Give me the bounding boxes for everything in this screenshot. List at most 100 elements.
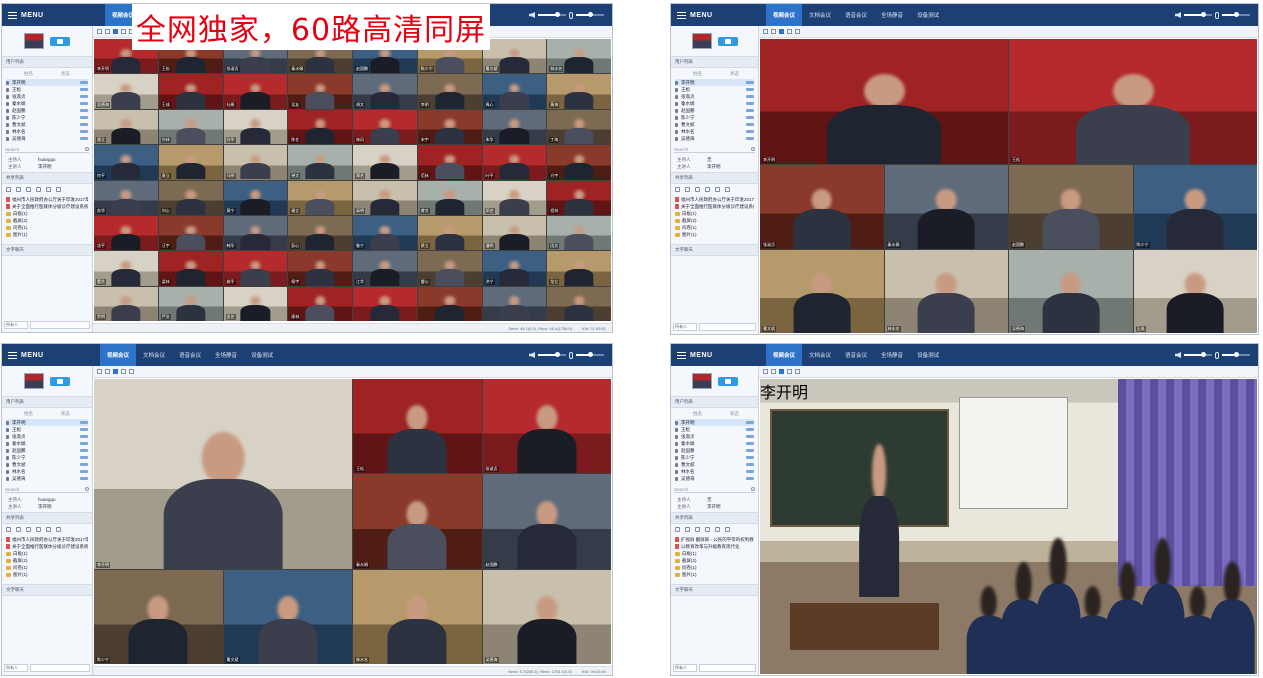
chat-input[interactable] [699,664,756,672]
camera-toggle-button[interactable] [50,36,70,46]
user-row[interactable]: 李开明 [6,419,88,426]
video-tile[interactable]: 周心 [482,74,547,109]
user-row[interactable]: 林水名 [6,128,88,135]
speaker-icon[interactable] [1175,12,1181,18]
video-tile[interactable]: 曹文斌 [482,39,547,74]
fullscreen-icon[interactable] [795,369,800,374]
tab-doc-meeting[interactable]: 文档会议 [802,344,838,366]
video-tile[interactable]: 潘明 [482,215,547,251]
layout-4-icon[interactable] [771,29,776,34]
video-tile[interactable]: 韩华 [223,215,288,251]
tab-device-test[interactable]: 设备测试 [910,344,946,366]
share-item[interactable]: 关于全面推行医联体分级诊疗建设系统... [675,203,754,210]
share-item[interactable]: 福州市人民政府办公厅关于印发2017年... [6,536,88,543]
mic-volume-knob[interactable] [588,352,593,357]
user-row[interactable]: 赵国鹏 [6,107,88,114]
speaker-icon[interactable] [1175,352,1181,358]
search-icon[interactable] [85,147,89,151]
video-tile[interactable]: 何平 [94,145,158,180]
layout-4-icon[interactable] [771,369,776,374]
user-row[interactable]: 张淑贞 [675,93,754,100]
microphone-icon[interactable] [569,11,573,19]
tab-video-meeting[interactable]: 视频会议 [100,344,137,366]
video-tile[interactable]: 苏华 [94,180,158,215]
user-row[interactable]: 吴德海 [675,135,754,142]
user-row[interactable]: 张淑贞 [6,93,88,100]
layout-9-icon[interactable] [113,29,118,34]
upload-icon[interactable] [56,527,61,532]
video-tile[interactable]: 江华 [353,251,417,286]
layout-9-icon[interactable] [779,369,784,374]
menu-button[interactable]: MENU [671,4,719,26]
trash-icon[interactable] [46,527,51,532]
user-row[interactable]: 林水名 [675,128,754,135]
video-tile[interactable]: 姚平 [223,251,288,286]
user-row[interactable]: 陈少宁 [6,454,88,461]
image-icon[interactable] [705,187,710,192]
chat-input[interactable] [699,323,756,331]
speaker-volume-slider[interactable] [538,12,566,17]
doc-icon[interactable] [685,187,690,192]
user-row[interactable]: 吴德海 [675,475,754,482]
user-row[interactable]: 张淑贞 [675,433,754,440]
user-row[interactable]: 吴德海 [6,135,88,142]
share-item[interactable]: 白板(1) [6,210,88,217]
microphone-icon[interactable] [1215,11,1219,19]
video-tile[interactable]: 陈少宁 [94,569,223,664]
video-tile[interactable]: 丁海 [547,109,611,145]
share-item[interactable]: 关于全面推行医联体分级诊疗建设系统... [6,543,88,550]
video-tile[interactable]: 吴德海 [1009,249,1133,333]
tab-voice-meeting[interactable]: 语音会议 [838,4,874,26]
user-row[interactable]: 李开明 [675,419,754,426]
user-row[interactable]: 秦水娟 [675,100,754,107]
video-tile[interactable]: 田文 [547,215,611,251]
user-search[interactable]: Search [5,146,89,153]
share-item[interactable]: 关于全面推行医联体分级诊疗建设系统... [6,203,88,210]
video-tile[interactable]: 宋宇 [417,109,482,145]
video-tile[interactable]: 钟文 [288,145,352,180]
share-item[interactable]: 图片(1) [6,571,88,578]
layout-9-icon[interactable] [779,29,784,34]
mic-volume-knob[interactable] [588,12,593,17]
user-row[interactable]: 林水名 [675,468,754,475]
video-tile[interactable]: 王成 [1133,249,1257,333]
video-tile[interactable]: 范林 [417,145,482,180]
chat-input[interactable] [30,664,90,672]
video-tile[interactable]: 方宇 [547,145,611,180]
chat-target-select[interactable]: 所有人 [673,323,697,331]
self-video-thumbnail[interactable] [691,33,712,49]
video-tile[interactable]: 汪宇 [158,215,223,251]
folder-icon[interactable] [6,527,11,532]
mic-volume-knob[interactable] [1234,352,1239,357]
speaker-icon[interactable] [529,352,535,358]
video-tile[interactable]: 林水名 [547,39,611,74]
video-tile[interactable]: 严文 [158,286,223,321]
microphone-icon[interactable] [1215,351,1219,359]
upload-icon[interactable] [56,187,61,192]
layout-1-icon[interactable] [763,369,768,374]
mic-volume-slider[interactable] [1222,12,1250,17]
user-row[interactable]: 王松 [675,426,754,433]
classroom-video[interactable]: 李开明 [760,379,1257,674]
doc-icon[interactable] [16,187,21,192]
video-tile[interactable] [353,286,417,321]
video-tile[interactable]: 蔡立 [417,215,482,251]
microphone-icon[interactable] [569,351,573,359]
video-tile[interactable]: 贺明 [94,286,158,321]
video-tile[interactable]: 朱华 [482,109,547,145]
share-item[interactable]: 问卷(1) [675,224,754,231]
layout-4-icon[interactable] [105,369,110,374]
doc-icon[interactable] [16,527,21,532]
camera-toggle-button[interactable] [717,376,738,386]
video-tile[interactable] [482,286,547,321]
trash-icon[interactable] [715,187,720,192]
share-item[interactable]: 扩视屏 翻屏屏 - 公民的平等的权利教育... [675,536,754,543]
video-tile[interactable]: 林水名 [353,569,482,664]
share-item[interactable]: 图片(1) [675,231,754,238]
camera-toggle-button[interactable] [50,376,70,386]
video-tile[interactable]: 梁林 [158,251,223,286]
tab-doc-meeting[interactable]: 文档会议 [136,344,172,366]
video-tile[interactable]: 龙立 [547,251,611,286]
user-search[interactable]: Search [5,486,89,493]
video-tile[interactable]: 杜鹃 [223,74,288,109]
